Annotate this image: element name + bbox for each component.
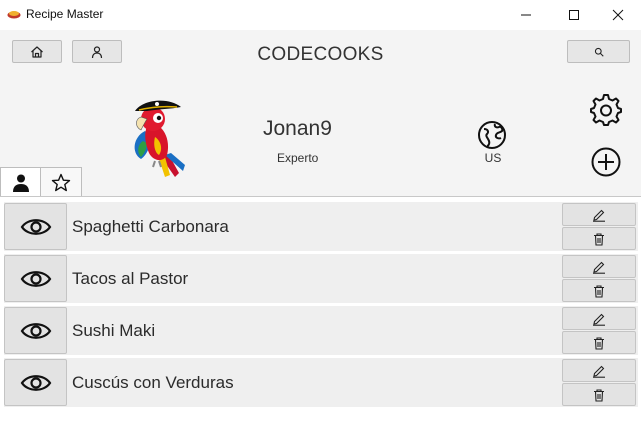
trash-icon [594, 284, 604, 298]
star-icon [51, 173, 71, 191]
list-item: Tacos al Pastor [4, 254, 638, 303]
minimize-button[interactable] [503, 0, 549, 30]
user-icon [12, 174, 29, 192]
plus-circle-icon[interactable] [590, 146, 622, 178]
tab-my-recipes[interactable] [0, 167, 41, 197]
minimize-icon [521, 14, 531, 16]
gear-icon[interactable] [590, 94, 622, 126]
edit-recipe-button[interactable] [562, 255, 636, 278]
trash-icon [594, 388, 604, 402]
edit-recipe-button[interactable] [562, 307, 636, 330]
trash-icon [594, 336, 604, 350]
recipe-list: Spaghetti Carbonara Tacos al Pastor Sush… [4, 202, 638, 410]
pencil-icon [593, 209, 605, 222]
search-button[interactable] [567, 40, 630, 63]
window-title: Recipe Master [26, 7, 104, 21]
close-button[interactable] [595, 0, 641, 30]
user-country: US [484, 151, 502, 165]
app-brand: CODECOOKS [257, 44, 384, 65]
list-item: Cuscús con Verduras [4, 358, 638, 407]
recipe-name: Tacos al Pastor [72, 269, 189, 288]
view-recipe-button[interactable] [4, 203, 67, 250]
delete-recipe-button[interactable] [562, 331, 636, 354]
recipe-name: Cuscús con Verduras [72, 373, 234, 392]
edit-recipe-button[interactable] [562, 203, 636, 226]
maximize-icon [569, 10, 579, 20]
maximize-button[interactable] [551, 0, 597, 30]
profile-tabs [0, 167, 82, 197]
delete-recipe-button[interactable] [562, 227, 636, 250]
close-icon [612, 9, 624, 21]
pencil-icon [593, 261, 605, 274]
list-item: Sushi Maki [4, 306, 638, 355]
header-divider [0, 196, 641, 197]
view-recipe-button[interactable] [4, 307, 67, 354]
app-icon [7, 11, 21, 19]
globe-icon [478, 121, 506, 149]
view-recipe-button[interactable] [4, 359, 67, 406]
avatar [134, 100, 185, 177]
view-recipe-button[interactable] [4, 255, 67, 302]
profile-header: CODECOOKS Jonan9 Experto US [0, 30, 641, 197]
delete-recipe-button[interactable] [562, 383, 636, 406]
delete-recipe-button[interactable] [562, 279, 636, 302]
edit-recipe-button[interactable] [562, 359, 636, 382]
username: Jonan9 [263, 117, 332, 140]
title-bar: Recipe Master [0, 0, 641, 30]
search-icon [594, 47, 604, 57]
eye-icon [20, 218, 51, 235]
pencil-icon [593, 365, 605, 378]
tab-favorites[interactable] [41, 167, 82, 197]
eye-icon [20, 270, 51, 287]
recipe-name: Sushi Maki [72, 321, 156, 340]
eye-icon [20, 374, 51, 391]
trash-icon [594, 232, 604, 246]
pencil-icon [593, 313, 605, 326]
list-item: Spaghetti Carbonara [4, 202, 638, 251]
user-level: Experto [277, 151, 319, 165]
eye-icon [20, 322, 51, 339]
recipe-name: Spaghetti Carbonara [72, 217, 229, 236]
